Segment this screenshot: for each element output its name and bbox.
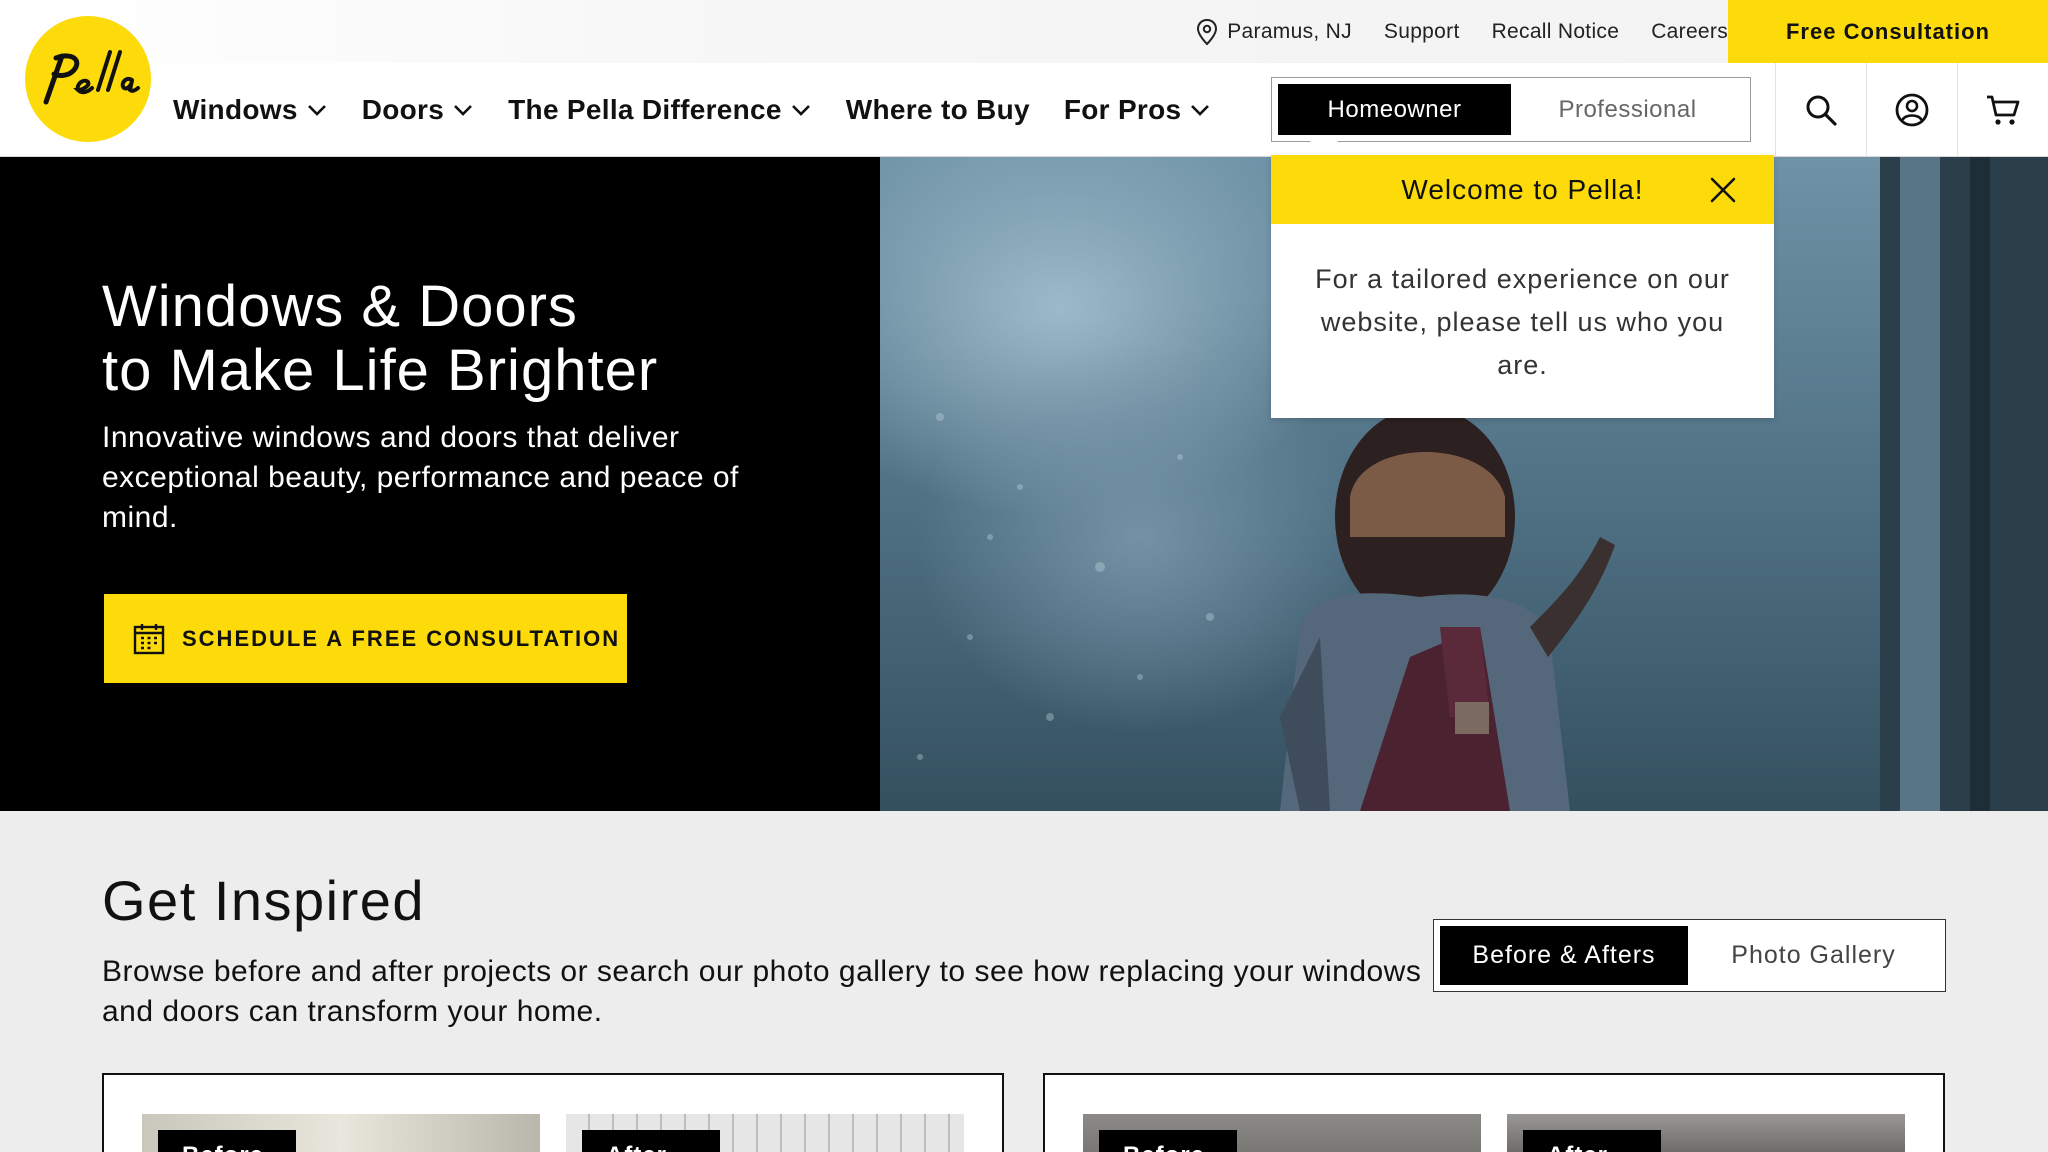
chevron-down-icon [791, 105, 810, 116]
section-description: Browse before and after projects or sear… [102, 955, 1422, 1028]
audience-toggle: Homeowner Professional [1271, 77, 1751, 155]
welcome-popup: Welcome to Pella! For a tailored experie… [1271, 155, 1774, 418]
search-icon [1806, 95, 1837, 126]
nav-doors-label: Doors [361, 94, 445, 125]
nav-windows-label: Windows [173, 94, 298, 125]
hero-subtitle: Innovative windows and doors that delive… [102, 421, 739, 534]
schedule-consultation-button[interactable]: SCHEDULE A FREE CONSULTATION [104, 594, 627, 683]
before-after-card[interactable]: Before After [1043, 1073, 1945, 1152]
homeowner-toggle[interactable]: Homeowner [1278, 84, 1511, 135]
welcome-header: Welcome to Pella! [1271, 155, 1774, 224]
nav-doors[interactable]: Doors [362, 94, 474, 126]
nav-pella-difference[interactable]: The Pella Difference [508, 94, 812, 126]
welcome-message: For a tailored experience on our website… [1315, 264, 1730, 380]
section-title: Get Inspired [102, 869, 426, 932]
nav-windows[interactable]: Windows [173, 94, 328, 126]
account-icon [1895, 93, 1929, 127]
before-label: Before [158, 1130, 296, 1152]
calendar-icon [133, 623, 165, 654]
before-image: Before [142, 1114, 540, 1152]
nav-where-to-buy[interactable]: Where to Buy [846, 94, 1030, 126]
cart-button[interactable] [1957, 63, 2048, 157]
cart-icon [1987, 95, 2020, 125]
nav-where-to-buy-label: Where to Buy [845, 94, 1030, 125]
chevron-down-icon [454, 105, 473, 116]
search-button[interactable] [1775, 63, 1866, 157]
nav-for-pros-label: For Pros [1063, 94, 1182, 125]
inspiration-tabs: Before & Afters Photo Gallery [1433, 919, 1946, 992]
location-label: Paramus, NJ [1227, 19, 1352, 43]
chevron-down-icon [307, 105, 326, 116]
before-label: Before [1099, 1130, 1237, 1152]
before-after-card[interactable]: Before After [102, 1073, 1004, 1152]
careers-link[interactable]: Careers [1651, 20, 1728, 44]
close-icon[interactable] [1710, 177, 1736, 203]
chevron-down-icon [1191, 105, 1210, 116]
hero-title-line2: to Make Life Brighter [102, 338, 659, 403]
popup-pointer [1310, 141, 1338, 155]
tab-photo-gallery[interactable]: Photo Gallery [1688, 926, 1939, 985]
hero-title-line1: Windows & Doors [102, 274, 578, 339]
map-pin-icon [1197, 18, 1218, 45]
before-image: Before [1083, 1114, 1481, 1152]
account-button[interactable] [1866, 63, 1957, 157]
welcome-title: Welcome to Pella! [1401, 173, 1644, 205]
utility-links: Paramus, NJ Support Recall Notice Career… [1195, 0, 1728, 63]
nav-for-pros[interactable]: For Pros [1064, 94, 1212, 126]
nav-pella-difference-label: The Pella Difference [508, 94, 782, 125]
pella-wordmark-icon [43, 50, 140, 105]
location-link[interactable]: Paramus, NJ [1195, 18, 1352, 46]
after-label: After [582, 1130, 720, 1152]
recall-notice-link[interactable]: Recall Notice [1492, 20, 1620, 44]
after-label: After [1523, 1130, 1661, 1152]
schedule-consultation-label: SCHEDULE A FREE CONSULTATION [182, 625, 621, 651]
primary-nav: Windows Doors The Pella Difference Where… [173, 63, 1211, 157]
after-image: After [1507, 1114, 1905, 1152]
professional-toggle[interactable]: Professional [1511, 84, 1744, 135]
pella-logo[interactable] [25, 16, 151, 142]
hero-title: Windows & Doors to Make Life Brighter [102, 275, 842, 403]
support-link[interactable]: Support [1384, 20, 1460, 44]
utility-bar: Paramus, NJ Support Recall Notice Career… [0, 0, 2048, 63]
tab-before-afters[interactable]: Before & Afters [1440, 926, 1688, 985]
after-image: After [566, 1114, 964, 1152]
free-consultation-button[interactable]: Free Consultation [1728, 0, 2048, 63]
